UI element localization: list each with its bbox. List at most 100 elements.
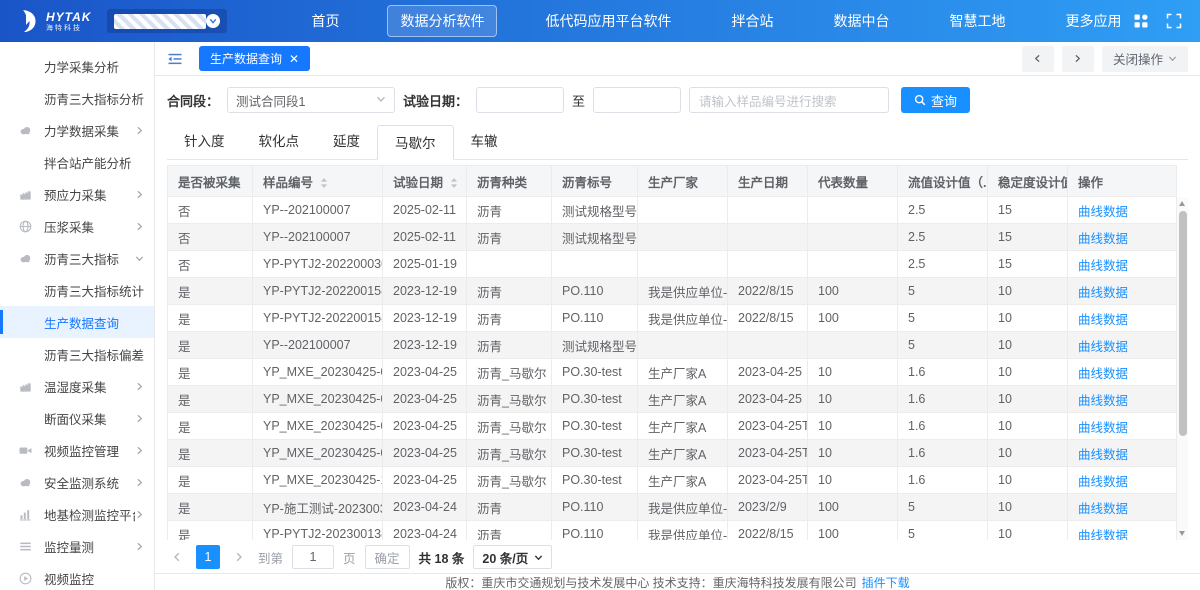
curve-data-link[interactable]: 曲线数据	[1078, 529, 1128, 541]
cell: 10	[988, 413, 1068, 440]
cell: 生产厂家A	[638, 386, 728, 413]
cell: 2023-04-25	[383, 440, 467, 467]
sidebar-item[interactable]: 沥青三大指标统计	[0, 274, 154, 306]
curve-data-link[interactable]: 曲线数据	[1078, 421, 1128, 435]
subtab[interactable]: 软化点	[242, 124, 317, 159]
sidebar-item[interactable]: 生产数据查询	[0, 306, 154, 338]
tab-production-data-query[interactable]: 生产数据查询 ✕	[199, 46, 310, 71]
cell: 10	[808, 359, 898, 386]
curve-data-link[interactable]: 曲线数据	[1078, 313, 1128, 327]
fullscreen-icon[interactable]	[1166, 13, 1182, 29]
bars-icon	[18, 507, 44, 522]
data-table: 是否被采集样品编号 试验日期 沥青种类沥青标号生产厂家生产日期代表数量流值设计值…	[167, 165, 1177, 540]
project-select[interactable]	[107, 9, 227, 33]
date-end-input[interactable]	[593, 87, 681, 113]
chevron-right-icon	[135, 542, 144, 551]
sidebar-item[interactable]: 拌合站产能分析	[0, 146, 154, 178]
curve-data-link[interactable]: 曲线数据	[1078, 259, 1128, 273]
sidebar-fold-icon[interactable]	[167, 51, 183, 67]
sidebar-item[interactable]: 安全监测系统	[0, 466, 154, 498]
action-cell: 曲线数据	[1068, 305, 1177, 332]
close-icon[interactable]: ✕	[289, 52, 299, 66]
scrollbar-thumb[interactable]	[1179, 211, 1187, 436]
prev-page-button[interactable]	[167, 551, 187, 563]
cell: 1.6	[898, 413, 988, 440]
cell: 2025-02-11	[383, 197, 467, 224]
column-header[interactable]: 试验日期	[383, 166, 467, 197]
cell: 测试规格型号	[552, 224, 638, 251]
sidebar-item[interactable]: 监控量测	[0, 530, 154, 562]
page-size-select[interactable]: 20 条/页	[473, 545, 552, 569]
topnav-item[interactable]: 数据分析软件	[387, 5, 497, 37]
goto-page-input[interactable]: 1	[292, 545, 334, 569]
date-start-input[interactable]	[476, 87, 564, 113]
cell: 沥青	[467, 332, 552, 359]
logo: HYTAK 海特科技	[16, 8, 91, 34]
curve-data-link[interactable]: 曲线数据	[1078, 286, 1128, 300]
action-cell: 曲线数据	[1068, 440, 1177, 467]
curve-data-link[interactable]: 曲线数据	[1078, 340, 1128, 354]
curve-data-link[interactable]: 曲线数据	[1078, 502, 1128, 516]
sidebar-item-label: 力学数据采集	[44, 121, 119, 140]
table-row: 是YP-PYTJ2-2022001582023-12-19沥青PO.110我是供…	[168, 278, 1177, 305]
tab-prev-button[interactable]	[1022, 46, 1054, 72]
search-button[interactable]: 查询	[901, 87, 970, 113]
topnav-item[interactable]: 首页	[299, 6, 351, 36]
apps-grid-icon[interactable]	[1133, 13, 1149, 29]
to-label: 至	[572, 91, 585, 110]
sidebar-item-label: 生产数据查询	[44, 313, 119, 332]
sidebar-item[interactable]: 压浆采集	[0, 210, 154, 242]
sample-search-input[interactable]: 请输入样品编号进行搜索	[689, 87, 889, 113]
subtab[interactable]: 车辙	[454, 124, 515, 159]
cell	[638, 332, 728, 359]
subtab[interactable]: 针入度	[167, 124, 242, 159]
sidebar-item-label: 视频监控	[44, 569, 94, 588]
chevron-right-icon	[135, 510, 144, 519]
scroll-up-arrow[interactable]	[1179, 201, 1185, 206]
confirm-button[interactable]: 确定	[365, 545, 410, 569]
action-cell: 曲线数据	[1068, 251, 1177, 278]
topnav-item[interactable]: 拌合站	[719, 6, 785, 36]
tab-next-button[interactable]	[1062, 46, 1094, 72]
sidebar-item[interactable]: 沥青三大指标分析	[0, 82, 154, 114]
sidebar-item[interactable]: 视频监控管理	[0, 434, 154, 466]
curve-data-link[interactable]: 曲线数据	[1078, 394, 1128, 408]
sidebar-item[interactable]: 力学数据采集	[0, 114, 154, 146]
table-scrollbar[interactable]	[1177, 197, 1188, 540]
cell: YP-PYTJ2-202300138	[253, 521, 383, 541]
topnav-item[interactable]: 更多应用	[1053, 6, 1133, 36]
next-page-button[interactable]	[229, 551, 249, 563]
logo-icon	[16, 8, 40, 34]
subtab[interactable]: 延度	[316, 124, 377, 159]
topnav-item[interactable]: 低代码应用平台软件	[533, 6, 683, 36]
scroll-down-arrow[interactable]	[1179, 531, 1185, 536]
subtab[interactable]: 马歇尔	[377, 125, 454, 160]
cell: PO.110	[552, 278, 638, 305]
sidebar-item[interactable]: 沥青三大指标	[0, 242, 154, 274]
sidebar-item[interactable]: 温湿度采集	[0, 370, 154, 402]
close-operations-dropdown[interactable]: 关闭操作	[1102, 46, 1188, 72]
curve-data-link[interactable]: 曲线数据	[1078, 475, 1128, 489]
sidebar-item[interactable]: 力学采集分析	[0, 50, 154, 82]
topnav-item[interactable]: 智慧工地	[937, 6, 1017, 36]
curve-data-link[interactable]: 曲线数据	[1078, 205, 1128, 219]
curve-data-link[interactable]: 曲线数据	[1078, 367, 1128, 381]
plugin-download-link[interactable]: 插件下载	[862, 574, 910, 590]
cell: 2.5	[898, 251, 988, 278]
topnav-item[interactable]: 数据中台	[821, 6, 901, 36]
sidebar-item[interactable]: 地基检测监控平台	[0, 498, 154, 530]
sidebar-item[interactable]: 预应力采集	[0, 178, 154, 210]
page-number-button[interactable]: 1	[196, 545, 220, 569]
column-header[interactable]: 样品编号	[253, 166, 383, 197]
sidebar-item[interactable]: 沥青三大指标偏差分析	[0, 338, 154, 370]
contract-select[interactable]: 测试合同段1	[227, 87, 395, 113]
curve-data-link[interactable]: 曲线数据	[1078, 232, 1128, 246]
curve-data-link[interactable]: 曲线数据	[1078, 448, 1128, 462]
cell: 2023/2/9	[728, 494, 808, 521]
sidebar-item-label: 断面仪采集	[44, 409, 107, 428]
cell: YP-PYTJ2-202200158	[253, 278, 383, 305]
cell: 是	[168, 467, 253, 494]
cell: PO.30-test	[552, 359, 638, 386]
sidebar-item[interactable]: 断面仪采集	[0, 402, 154, 434]
sidebar-item[interactable]: 视频监控	[0, 562, 154, 590]
